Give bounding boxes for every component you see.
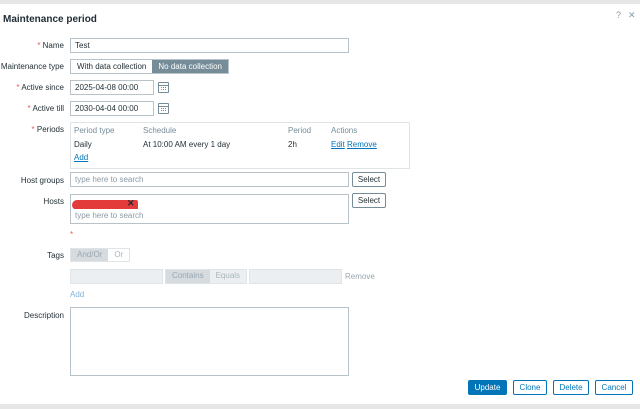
equals-option[interactable]: Equals [209, 270, 247, 283]
or-option[interactable]: Or [108, 249, 130, 261]
description-textarea[interactable] [70, 307, 349, 376]
tag-value-input[interactable] [249, 269, 342, 284]
dialog-title: Maintenance period [3, 14, 97, 25]
active-since-input[interactable] [70, 80, 154, 95]
help-icon[interactable]: ? [616, 10, 621, 20]
col-actions: Actions [331, 126, 358, 135]
col-period-type: Period type [74, 126, 115, 135]
periods-label: * Periods [31, 125, 64, 134]
cancel-button[interactable]: Cancel [595, 380, 633, 395]
edit-period-link[interactable]: Edit [331, 140, 345, 149]
active-till-label: * Active till [27, 104, 64, 113]
maintenance-type-toggle: With data collection No data collection [70, 59, 229, 74]
active-since-label: * Active since [16, 83, 64, 92]
close-icon[interactable]: ✕ [628, 10, 636, 21]
no-data-collection-option[interactable]: No data collection [152, 60, 228, 73]
update-button[interactable]: Update [468, 380, 507, 395]
and-or-option[interactable]: And/Or [71, 249, 109, 261]
hosts-input[interactable] [71, 209, 271, 222]
name-label: * Name [37, 41, 64, 50]
tags-evaltype-toggle: And/Or Or [70, 248, 131, 262]
tag-operator-toggle: Contains Equals [165, 269, 248, 284]
calendar-icon[interactable] [158, 103, 169, 114]
hosts-label: Hosts [43, 197, 64, 206]
description-label: Description [23, 311, 64, 320]
hosts-hint: * [70, 230, 74, 239]
col-schedule: Schedule [143, 126, 177, 135]
host-groups-input[interactable] [70, 172, 349, 187]
tag-name-input[interactable] [70, 269, 163, 284]
add-period-link[interactable]: Add [74, 153, 88, 162]
add-tag-link[interactable]: Add [70, 290, 84, 299]
hosts-select-button[interactable]: Select [352, 193, 386, 208]
name-input[interactable] [70, 38, 349, 53]
tags-label: Tags [47, 251, 64, 260]
remove-tag-link[interactable]: Remove [345, 272, 375, 281]
contains-option[interactable]: Contains [166, 270, 210, 283]
active-till-input[interactable] [70, 101, 154, 116]
remove-period-link[interactable]: Remove [347, 140, 377, 149]
with-data-collection-option[interactable]: With data collection [71, 60, 153, 73]
period-type-cell: Daily [74, 140, 92, 149]
maintenance-dialog: Maintenance period ? ✕ * Name Maintenanc… [0, 4, 640, 404]
clone-button[interactable]: Clone [513, 380, 547, 395]
calendar-icon[interactable] [158, 82, 169, 93]
host-groups-label: Host groups [20, 176, 64, 185]
chip-remove-icon[interactable]: ✕ [127, 198, 135, 209]
schedule-cell: At 10:00 AM every 1 day [143, 140, 231, 149]
maintenance-type-label: Maintenance type [0, 62, 64, 71]
host-groups-select-button[interactable]: Select [352, 172, 386, 187]
delete-button[interactable]: Delete [553, 380, 589, 395]
col-period: Period [288, 126, 312, 135]
period-cell: 2h [288, 140, 297, 149]
